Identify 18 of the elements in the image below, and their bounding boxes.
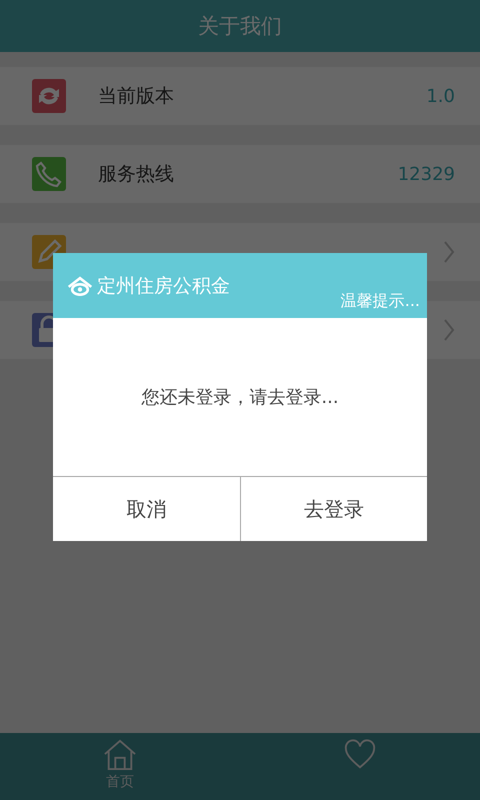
row-label: 服务热线 — [98, 162, 174, 187]
chevron-icon — [443, 318, 455, 342]
phone-icon — [32, 157, 66, 191]
house-eye-logo-icon — [67, 275, 93, 297]
row-value: 1.0 — [426, 86, 455, 106]
settings-row[interactable]: 服务热线 12329 — [0, 145, 480, 203]
row-label: 当前版本 — [98, 84, 174, 109]
home-icon — [103, 739, 137, 771]
app-name: 定州住房公积金 — [97, 274, 230, 299]
heart-icon — [343, 739, 377, 771]
row-value: 12329 — [398, 164, 455, 184]
page-title: 关于我们 — [198, 13, 282, 40]
dialog-message: 您还未登录，请去登录... — [141, 386, 339, 409]
settings-row[interactable]: 当前版本 1.0 — [0, 67, 480, 125]
tab[interactable]: 首页 — [0, 733, 240, 800]
chevron-icon — [443, 240, 455, 264]
refresh-icon — [32, 79, 66, 113]
dialog-title: 温馨提示... — [340, 291, 420, 312]
